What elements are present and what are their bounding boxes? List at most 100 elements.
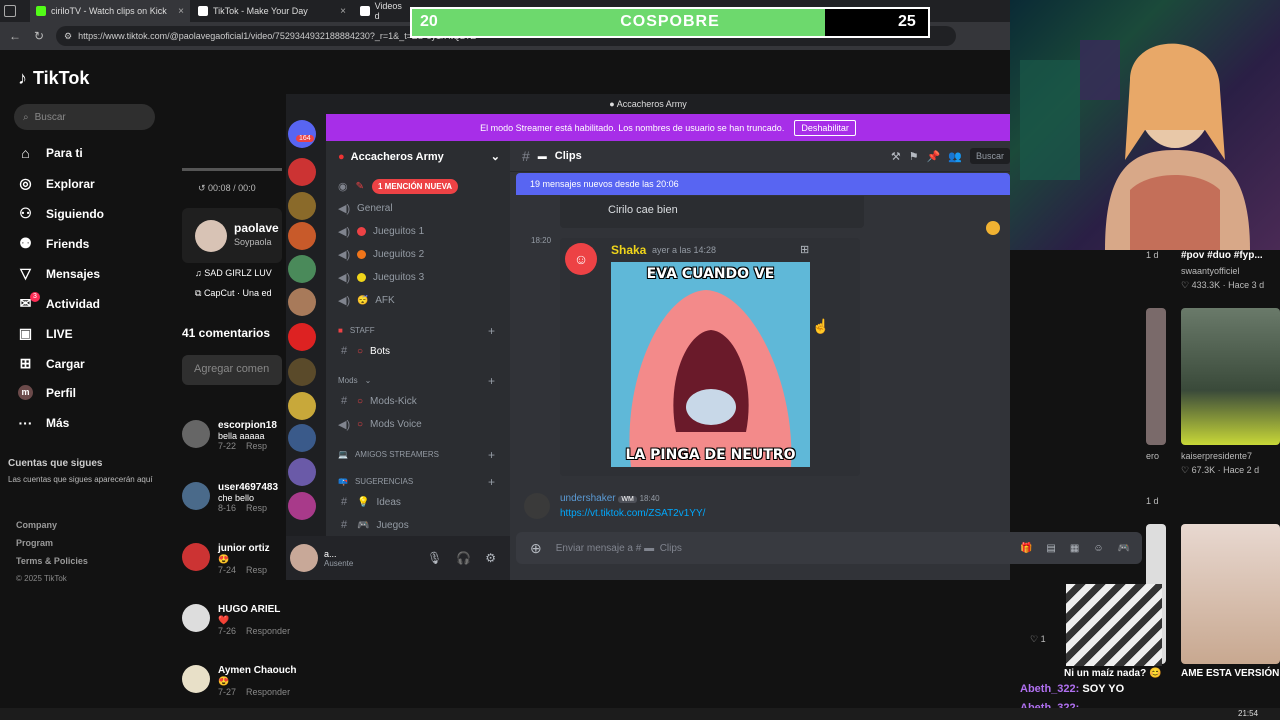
reply-link[interactable]: Responder (246, 687, 290, 697)
tab-kick[interactable]: ciriloTV - Watch clips on Kick × (30, 0, 190, 22)
text-channel-mods-kick[interactable]: # ○ Mods-Kick (338, 395, 417, 407)
server-icon[interactable] (288, 192, 316, 220)
feed-title[interactable]: AME ESTA VERSIÓN (1181, 668, 1279, 679)
server-icon[interactable] (288, 392, 316, 420)
avatar[interactable] (182, 482, 210, 510)
reply-link[interactable]: Responder (246, 626, 290, 636)
discord-logo-avatar[interactable]: ☺ (565, 243, 597, 275)
avatar[interactable] (182, 604, 210, 632)
nav-mas[interactable]: ··· Más (18, 415, 70, 431)
author-name[interactable]: paolave (234, 221, 279, 235)
feed-user[interactable]: swaantyofficiel (1181, 266, 1239, 276)
server-icon[interactable] (288, 222, 316, 250)
replay-icon[interactable]: ↺ (198, 183, 208, 193)
emoji-icon[interactable]: ☺ (1093, 543, 1103, 554)
gif-icon[interactable]: ▤ (1046, 543, 1055, 554)
gift-icon[interactable]: 🎁 (1020, 543, 1032, 554)
category-mods[interactable]: Mods ⌄ (338, 376, 371, 385)
text-channel-ideas[interactable]: # 💡 Ideas (338, 496, 401, 508)
pin-icon[interactable]: 📌 (927, 150, 941, 163)
avatar[interactable] (182, 665, 210, 693)
avatar[interactable] (182, 420, 210, 448)
server-icon[interactable] (288, 288, 316, 316)
emoji-reaction-icon[interactable] (986, 221, 1000, 235)
category-amigos-streamers[interactable]: 💻 AMIGOS STREAMERS (338, 450, 439, 459)
voice-channel-jueguitos-3[interactable]: ◀) Jueguitos 3 (338, 271, 424, 284)
category-sugerencias[interactable]: 📪 SUGERENCIAS (338, 477, 413, 486)
voice-channel-jueguitos-1[interactable]: ◀) Jueguitos 1 (338, 225, 424, 238)
tab-tiktok[interactable]: TikTok - Make Your Day × (192, 0, 352, 22)
add-channel-icon[interactable]: + (488, 475, 495, 489)
footer-link[interactable]: Program (16, 538, 53, 548)
search-input[interactable]: ⌕ Buscar (14, 104, 155, 130)
new-mention-badge[interactable]: 1 MENCIÓN NUEVA (372, 179, 459, 194)
nav-perfil[interactable]: m Perfil (18, 385, 76, 400)
feed-user[interactable]: kaiserpresidente7 (1181, 451, 1252, 461)
text-channel-bots[interactable]: # ○ Bots (338, 345, 390, 357)
reply-link[interactable]: Resp (246, 441, 267, 451)
server-icon[interactable] (288, 158, 316, 186)
video-progress-bar[interactable] (182, 168, 282, 171)
add-channel-icon[interactable]: + (488, 324, 495, 338)
add-attachment-icon[interactable]: ⊕ (530, 540, 542, 557)
author-avatar[interactable] (195, 220, 227, 252)
disable-streamer-mode-button[interactable]: Deshabilitar (794, 119, 856, 136)
server-icon[interactable] (288, 255, 316, 283)
footer-link[interactable]: Company (16, 520, 57, 530)
user-avatar[interactable] (290, 544, 318, 572)
nav-explorar[interactable]: ◎ Explorar (18, 175, 94, 192)
nav-friends[interactable]: ⚉ Friends (18, 235, 89, 252)
close-icon[interactable]: × (178, 6, 184, 17)
headphones-icon[interactable]: 🎧 (456, 551, 471, 565)
tiktok-link[interactable]: https://vt.tiktok.com/ZSAT2v1YY/ (560, 508, 705, 519)
feed-thumbnail[interactable] (1181, 308, 1280, 445)
nav-live[interactable]: ▣ LIVE (18, 325, 73, 342)
site-info-icon[interactable]: ⚙ (64, 31, 72, 42)
sticker-icon[interactable]: ▦ (1070, 543, 1079, 554)
add-channel-icon[interactable]: + (488, 448, 495, 462)
feed-title[interactable]: #pov #duo #fyp... (1181, 250, 1263, 261)
tab-videos[interactable]: Videos d (354, 0, 414, 22)
reload-icon[interactable]: ↻ (32, 29, 46, 43)
nav-mensajes[interactable]: ▽ Mensajes (18, 265, 100, 282)
message-author[interactable]: Shaka (611, 243, 646, 257)
back-icon[interactable]: ← (8, 29, 22, 43)
feed-thumbnail[interactable] (1146, 308, 1166, 445)
feed-thumbnail[interactable] (1181, 524, 1280, 664)
voice-channel-jueguitos-2[interactable]: ◀) Jueguitos 2 (338, 248, 424, 261)
tab-overview-icon[interactable] (4, 5, 16, 17)
voice-channel-general[interactable]: ◀) General (338, 202, 393, 215)
discord-home-icon[interactable] (288, 120, 316, 148)
server-icon[interactable] (288, 358, 316, 386)
avatar[interactable] (182, 543, 210, 571)
server-header[interactable]: ● Accacheros Army ⌄ (338, 150, 500, 164)
meme-image[interactable]: EVA CUANDO VE LA PINGA DE NEUTRO (611, 262, 810, 467)
members-icon[interactable]: 👥 (948, 150, 962, 163)
message-input[interactable]: ⊕ Enviar mensaje a # ▬ Clips 🎁 ▤ ▦ ☺ 🎮 (516, 532, 1142, 564)
add-comment-input[interactable]: Agregar comen (182, 355, 282, 385)
like-count[interactable]: ♡ 1 (1030, 634, 1046, 645)
category-staff[interactable]: ■ STAFF (338, 326, 375, 335)
server-icon[interactable] (288, 424, 316, 452)
close-icon[interactable]: × (340, 6, 346, 17)
microphone-icon[interactable]: 🎙 (427, 551, 442, 565)
voice-channel-afk[interactable]: ◀) 😴 AFK (338, 294, 395, 307)
tiktok-logo[interactable]: ♪ TikTok (18, 68, 89, 89)
nav-cargar[interactable]: ⊞ Cargar (18, 355, 85, 372)
app-icon[interactable]: ⊞ (800, 243, 809, 256)
server-icon[interactable] (288, 492, 316, 520)
voice-channel-mods[interactable]: ◀) ○ Mods Voice (338, 418, 422, 431)
threads-icon[interactable]: ⚒ (891, 150, 901, 163)
settings-icon[interactable]: ⚙ (485, 551, 496, 565)
user-avatar[interactable] (524, 493, 550, 519)
reply-link[interactable]: Resp (246, 565, 267, 575)
message-author[interactable]: undershaker WM 18:40 (560, 493, 660, 504)
add-channel-icon[interactable]: + (488, 374, 495, 388)
server-icon[interactable] (288, 458, 316, 486)
nav-siguiendo[interactable]: ⚇ Siguiendo (18, 205, 104, 222)
notifications-off-icon[interactable]: ⚑ (909, 150, 919, 163)
new-messages-bar[interactable]: 19 mensajes nuevos desde las 20:06 (516, 173, 1010, 195)
apps-icon[interactable]: 🎮 (1118, 543, 1130, 554)
server-icon[interactable] (288, 323, 316, 351)
capcut-label[interactable]: ⧉ CapCut · Una ed (195, 288, 271, 299)
